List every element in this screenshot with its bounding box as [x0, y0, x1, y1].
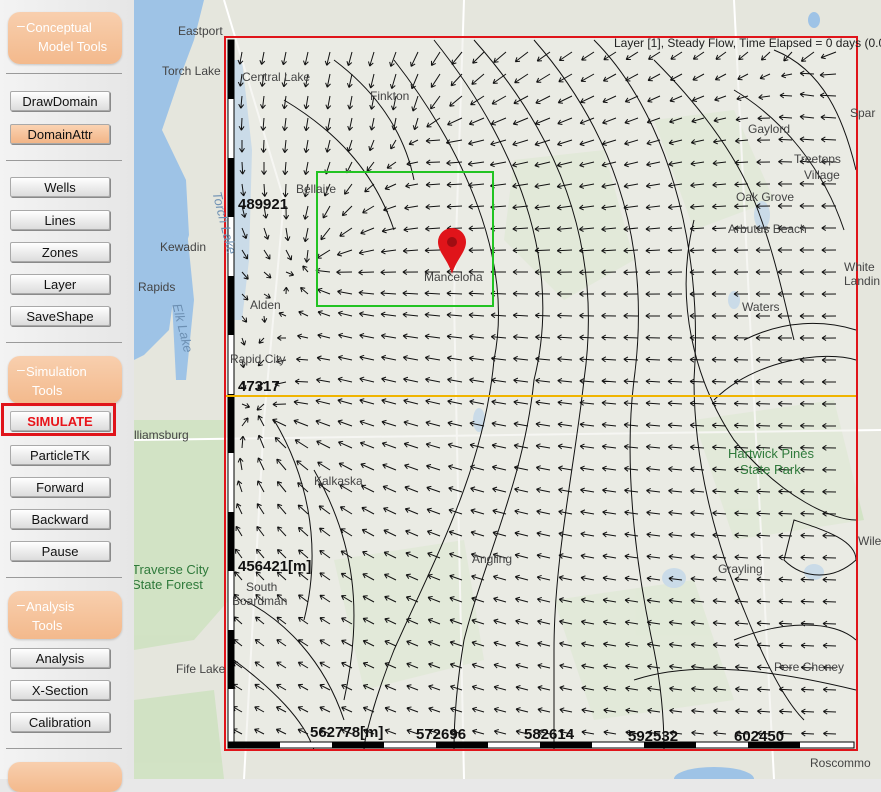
- forward-button[interactable]: Forward: [10, 477, 110, 497]
- park-label: State Park: [740, 462, 801, 477]
- x-section-button[interactable]: X-Section: [10, 680, 110, 700]
- other-tools-header[interactable]: [8, 762, 122, 792]
- scale-segment: [228, 630, 234, 689]
- place-label: Waters: [742, 300, 780, 314]
- analysis-button[interactable]: Analysis: [10, 648, 110, 668]
- place-label: Boardman: [232, 594, 288, 608]
- simulation-tools-header[interactable]: – Simulation Tools: [8, 356, 122, 404]
- simulate-button[interactable]: SIMULATE: [10, 411, 110, 431]
- scale-segment: [228, 276, 234, 335]
- domain-attr-button[interactable]: DomainAttr: [10, 124, 110, 144]
- scale-segment: [228, 40, 234, 99]
- place-label: Eastport: [178, 24, 223, 38]
- x-coord-label: 592532: [628, 728, 679, 745]
- place-label: Spar: [850, 106, 876, 120]
- place-label: South: [246, 580, 278, 594]
- place-label: Gaylord: [748, 122, 791, 136]
- group-title-line2: Model Tools: [38, 39, 108, 54]
- place-label: Roscommo: [810, 756, 871, 770]
- place-label: lliamsburg: [134, 428, 189, 442]
- scale-segment: [332, 742, 384, 748]
- place-label: Torch Lake: [162, 64, 221, 78]
- place-label: Grayling: [718, 562, 763, 576]
- backward-button[interactable]: Backward: [10, 509, 110, 529]
- pause-button[interactable]: Pause: [10, 541, 110, 561]
- forest-label: Traverse City: [134, 562, 209, 577]
- x-coord-label: 562778[m]: [310, 724, 384, 741]
- place-label: Landin: [844, 274, 881, 288]
- place-label: Arbutus Beach: [728, 222, 807, 236]
- place-label: Bellaire: [296, 182, 337, 196]
- scale-segment: [228, 158, 234, 217]
- tool-sidebar: – Conceptual Model Tools DrawDomain Doma…: [0, 0, 135, 792]
- analysis-tools-header[interactable]: – Analysis Tools: [8, 591, 122, 639]
- place-label: Alden: [250, 298, 281, 312]
- place-label: Central Lake: [242, 70, 311, 84]
- divider: [6, 73, 122, 74]
- particle-tk-button[interactable]: ParticleTK: [10, 445, 110, 465]
- y-coord-label-bottom: 456421[m]: [238, 558, 312, 575]
- place-label: Village: [804, 168, 840, 182]
- divider: [6, 577, 122, 578]
- place-label: Rapids: [138, 280, 176, 294]
- model-domain-fill: [226, 38, 856, 750]
- y-coord-label-top: 489921: [238, 196, 289, 213]
- forest-label: State Forest: [134, 577, 203, 592]
- place-label: Treetops: [794, 152, 841, 166]
- divider: [6, 342, 122, 343]
- group-title-line1: Conceptual: [26, 20, 92, 35]
- divider: [6, 748, 122, 749]
- scale-segment: [228, 742, 280, 748]
- place-label: Kewadin: [160, 240, 207, 254]
- simulation-status-text: Layer [1], Steady Flow, Time Elapsed = 0…: [614, 36, 881, 50]
- save-shape-button[interactable]: SaveShape: [10, 306, 110, 326]
- place-label: Pere Cheney: [774, 660, 845, 674]
- divider: [6, 160, 122, 161]
- place-label: Kalkaska: [314, 474, 363, 488]
- collapse-dash-icon: –: [17, 17, 25, 33]
- place-label: Finkton: [370, 89, 410, 103]
- group-title-line1: Analysis: [26, 599, 75, 614]
- x-coord-label: 572696: [416, 726, 467, 743]
- place-label: White: [844, 260, 875, 274]
- place-label: Angling: [472, 552, 513, 566]
- x-coord-label: 602450: [734, 728, 785, 745]
- draw-domain-button[interactable]: DrawDomain: [10, 91, 110, 111]
- scale-segment: [228, 394, 234, 453]
- x-coord-label: 582614: [524, 726, 575, 743]
- collapse-dash-icon: –: [17, 596, 25, 612]
- scale-segment: [228, 512, 234, 571]
- place-label: Fife Lake: [176, 662, 226, 676]
- group-title-line2: Tools: [32, 383, 63, 398]
- zones-button[interactable]: Zones: [10, 242, 110, 262]
- map-view[interactable]: Eastport Torch Lake Central Lake Finkton…: [134, 0, 881, 779]
- place-label: Rapid City: [230, 352, 286, 366]
- place-label: Mancelona: [424, 270, 483, 284]
- layer-button[interactable]: Layer: [10, 274, 110, 294]
- lines-button[interactable]: Lines: [10, 210, 110, 230]
- conceptual-model-tools-header[interactable]: – Conceptual Model Tools: [8, 12, 122, 64]
- calibration-button[interactable]: Calibration: [10, 712, 110, 732]
- y-coord-label-mid: 47317: [238, 378, 280, 395]
- collapse-dash-icon: –: [17, 361, 25, 377]
- place-label: Oak Grove: [736, 190, 795, 204]
- wells-button[interactable]: Wells: [10, 177, 110, 197]
- park-label: Hartwick Pines: [728, 446, 814, 461]
- group-title-line1: Simulation: [26, 364, 87, 379]
- place-label: Wile: [858, 534, 881, 548]
- group-title-line2: Tools: [32, 618, 63, 633]
